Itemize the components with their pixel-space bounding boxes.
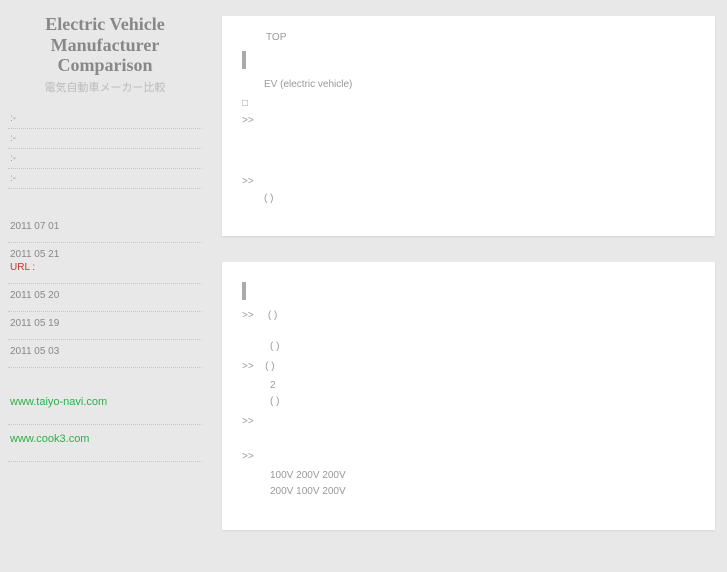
site-title: Electric Vehicle Manufacturer Comparison	[8, 10, 202, 77]
list-item: ( )	[242, 339, 695, 355]
link-line[interactable]: >> ( )	[242, 310, 695, 321]
news-date: 2011 05 03	[10, 346, 200, 357]
row-head: ( )	[268, 310, 277, 321]
card-list: >> ( ) ( ) >> ( ) 2 (	[222, 262, 715, 530]
arrow-icon: >>	[242, 451, 252, 462]
news-item[interactable]: 2011 07 01	[8, 215, 202, 243]
news-item[interactable]: 2011 05 03	[8, 340, 202, 368]
link-line[interactable]: >>	[242, 115, 695, 126]
tail-line: 200V 100V 200V	[270, 484, 695, 500]
main-content: TOP EV (electric vehicle) □ >> >> ( )	[210, 0, 727, 572]
arrow-icon: >>	[242, 416, 252, 427]
breadcrumb[interactable]: TOP	[266, 32, 695, 43]
external-links: www.taiyo-navi.com www.cook3.com	[8, 388, 202, 462]
arrow-icon: >>	[242, 361, 252, 372]
site-title-line: Comparison	[8, 55, 202, 76]
news-body: URL :	[10, 262, 200, 273]
nav-item[interactable]: :-	[8, 149, 202, 169]
news-item[interactable]: 2011 05 20	[8, 284, 202, 312]
row-sub: ( )	[270, 339, 695, 355]
nav-item[interactable]: :-	[8, 129, 202, 149]
arrow-icon: >>	[242, 310, 252, 321]
row-sub: 2	[270, 378, 695, 394]
list-item: >> ( ) 2 ( )	[242, 361, 695, 410]
arrow-icon: >>	[242, 115, 252, 126]
intro-text: EV (electric vehicle)	[264, 79, 695, 90]
list-item: >>	[242, 416, 695, 427]
ext-link-row: www.cook3.com	[8, 425, 202, 462]
news-date: 2011 05 19	[10, 318, 200, 329]
card-intro: TOP EV (electric vehicle) □ >> >> ( )	[222, 16, 715, 236]
card-heading	[242, 282, 695, 300]
square-icon: □	[242, 98, 252, 109]
ext-link[interactable]: www.cook3.com	[10, 433, 89, 445]
card-heading	[242, 51, 695, 69]
list-item: >> 100V 200V 200V 200V 100V 200V	[242, 451, 695, 500]
ext-link-row: www.taiyo-navi.com	[8, 388, 202, 425]
site-title-line: Electric Vehicle	[8, 14, 202, 35]
link-line[interactable]: >> ( )	[242, 361, 695, 372]
row-head: ( )	[265, 361, 274, 372]
arrow-icon: >>	[242, 176, 252, 187]
news-item[interactable]: 2011 05 21 URL :	[8, 243, 202, 284]
list-item: >> ( )	[242, 310, 695, 321]
paren-line: ( )	[242, 193, 695, 204]
link-line[interactable]: >>	[242, 416, 695, 427]
nav-item[interactable]: :-	[8, 169, 202, 189]
news-item[interactable]: 2011 05 19	[8, 312, 202, 340]
news-url-label: URL :	[10, 262, 35, 273]
bullet-line: □	[242, 98, 695, 109]
tail-line: 100V 200V 200V	[270, 468, 695, 484]
nav-list: :- :- :- :-	[8, 109, 202, 189]
news-list: 2011 07 01 2011 05 21 URL : 2011 05 20 2…	[8, 215, 202, 368]
row-sub: ( )	[270, 394, 695, 410]
ext-link[interactable]: www.taiyo-navi.com	[10, 396, 107, 408]
site-subtitle: 電気自動車メーカー比較	[8, 79, 202, 95]
paren-text: ( )	[264, 193, 273, 204]
nav-item[interactable]: :-	[8, 109, 202, 129]
link-line[interactable]: >>	[242, 451, 695, 462]
sidebar: Electric Vehicle Manufacturer Comparison…	[0, 0, 210, 572]
news-date: 2011 07 01	[10, 221, 200, 232]
news-date: 2011 05 21	[10, 249, 200, 260]
paren-text: ( )	[270, 341, 279, 352]
news-date: 2011 05 20	[10, 290, 200, 301]
link-line[interactable]: >>	[242, 176, 695, 187]
site-title-line: Manufacturer	[8, 35, 202, 56]
